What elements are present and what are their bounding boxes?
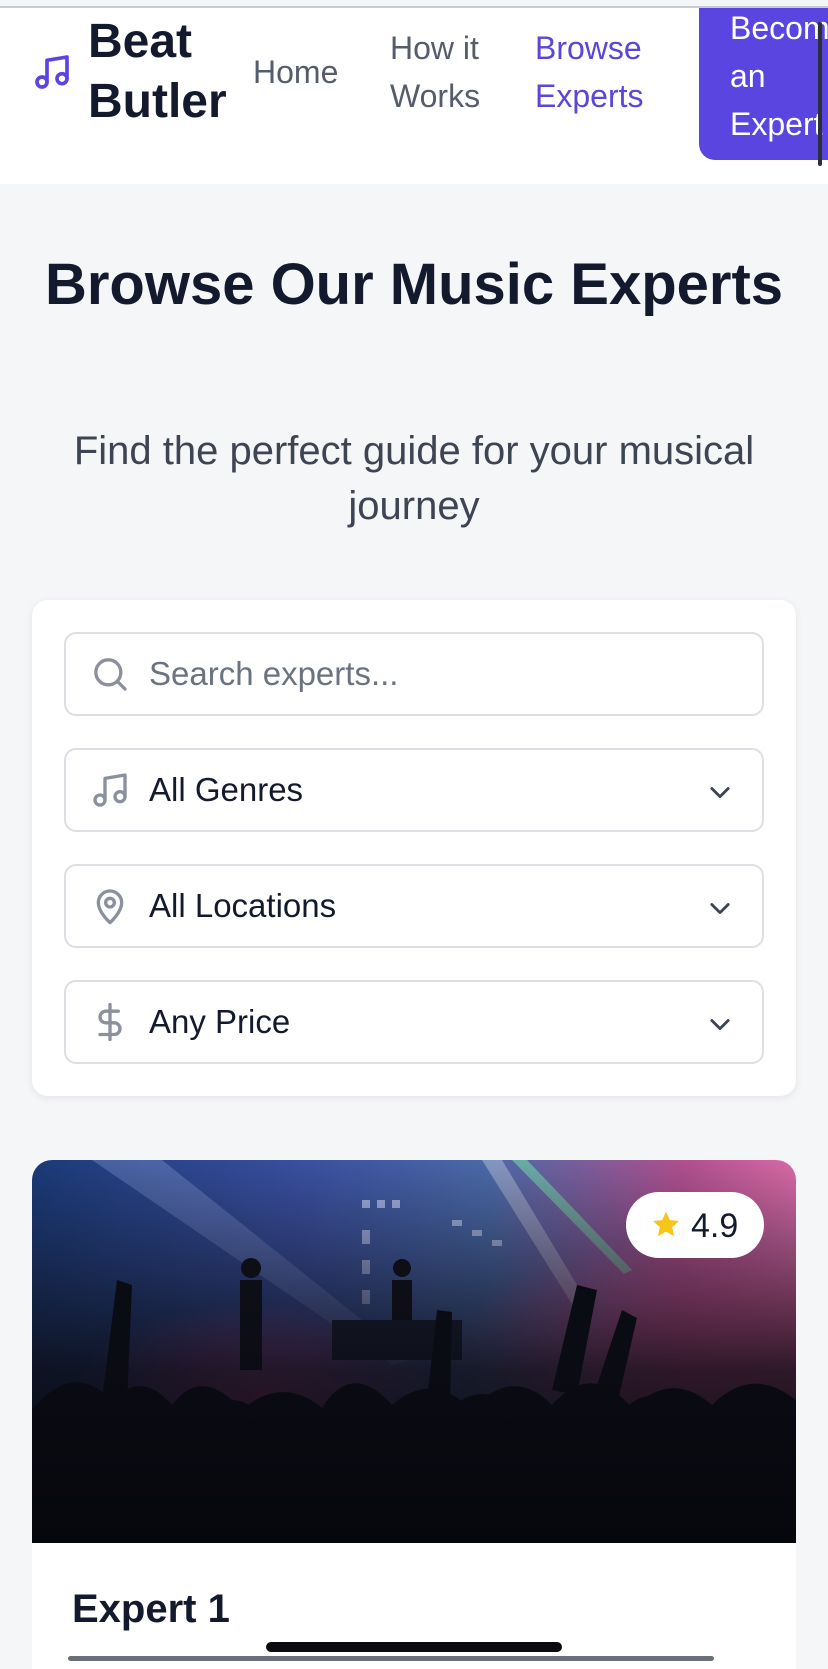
expert-card[interactable]: 4.9 Expert 1 [32,1160,796,1669]
chevron-down-icon [710,903,730,915]
dollar-icon [98,1002,122,1042]
search-input[interactable]: Search experts... [64,632,764,716]
filter-panel: Search experts... All Genres All Locatio… [32,600,796,1096]
search-placeholder: Search experts... [149,655,399,692]
nav-browse-experts[interactable]: Browse Experts [535,24,643,120]
card-divider [68,1656,714,1661]
location-select[interactable]: All Locations [64,864,764,948]
map-pin-icon [96,889,124,925]
expert-name[interactable]: Expert 1 [72,1584,230,1634]
genre-value: All Genres [149,771,304,808]
nav-how-it-works[interactable]: How it Works [390,24,480,120]
price-value: Any Price [149,1003,291,1040]
music-note-icon [93,773,127,807]
price-select[interactable]: Any Price [64,980,764,1064]
star-icon [652,1211,680,1237]
chevron-down-icon [710,1019,730,1031]
home-indicator [266,1642,562,1652]
genre-select[interactable]: All Genres [64,748,764,832]
page-subtitle: Find the perfect guide for your musical … [73,429,755,528]
music-note-icon [35,55,69,89]
search-icon [94,658,127,691]
page-title: Browse Our Music Experts [44,252,784,317]
location-value: All Locations [149,887,337,924]
chevron-down-icon [710,787,730,799]
become-expert-label: Become an Expert [730,10,828,142]
scrollbar[interactable] [818,22,822,166]
nav-home[interactable]: Home [253,48,338,96]
site-header: Beat Butler Home How it Works Browse Exp… [0,8,828,184]
rating-badge: 4.9 [626,1192,764,1258]
rating-value: 4.9 [691,1207,739,1245]
brand-name[interactable]: Beat Butler [88,12,227,132]
become-expert-button[interactable]: Become an Expert [699,8,828,160]
